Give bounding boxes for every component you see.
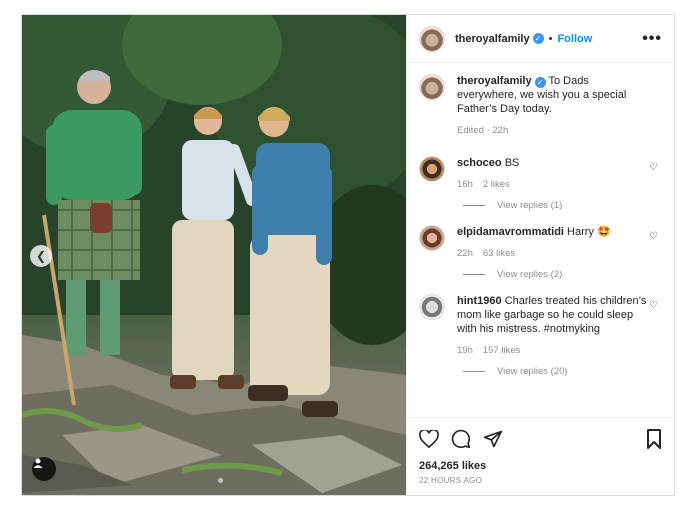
- heart-icon[interactable]: ♡: [649, 300, 658, 311]
- comment-username[interactable]: schoceo: [457, 157, 502, 169]
- heart-icon[interactable]: ♡: [649, 162, 658, 173]
- heart-icon[interactable]: [419, 430, 439, 448]
- post-photo[interactable]: ❮: [22, 15, 406, 495]
- comment-text: Harry 🤩: [567, 226, 611, 238]
- post-container: ❮ theroyalfamily ✓ • Follow ••• theroyal…: [21, 14, 675, 496]
- header-separator: •: [548, 32, 553, 45]
- author-avatar[interactable]: [419, 25, 445, 52]
- comment-likes[interactable]: 157 likes: [483, 345, 521, 356]
- previous-photo-button[interactable]: ❮: [30, 245, 52, 267]
- post-actions: 264,265 likes 22 HOURS AGO: [407, 417, 674, 485]
- carousel-dot: [218, 478, 223, 483]
- likes-count[interactable]: 264,265 likes: [419, 460, 662, 472]
- comment-age: 22h: [457, 248, 473, 259]
- heart-icon[interactable]: ♡: [649, 231, 658, 242]
- comment-likes[interactable]: 2 likes: [483, 179, 510, 190]
- tagged-users-button[interactable]: [32, 457, 56, 481]
- verified-badge-icon: ✓: [534, 77, 546, 88]
- photo-illustration: [22, 15, 406, 495]
- chevron-left-icon: ❮: [35, 249, 47, 263]
- commenter-avatar[interactable]: [419, 156, 445, 182]
- comment-age: 19h: [457, 345, 473, 356]
- commenter-avatar[interactable]: [419, 294, 445, 320]
- share-icon[interactable]: [483, 429, 503, 449]
- caption-avatar[interactable]: [419, 74, 445, 100]
- follow-button[interactable]: Follow: [557, 33, 592, 45]
- caption: theroyalfamily ✓ To Dads everywhere, we w…: [419, 74, 662, 138]
- caption-username[interactable]: theroyalfamily: [457, 75, 532, 87]
- author-username[interactable]: theroyalfamily: [455, 33, 530, 45]
- post-timestamp: 22 HOURS AGO: [419, 476, 483, 485]
- comment-text: BS: [504, 157, 520, 169]
- more-options-icon[interactable]: •••: [642, 30, 662, 48]
- caption-meta: Edited · 22h: [457, 125, 509, 136]
- comment-username[interactable]: elpidamavrommatidi: [457, 226, 564, 238]
- comment-likes[interactable]: 63 likes: [483, 248, 515, 259]
- comment-username[interactable]: hint1960: [457, 295, 502, 307]
- comment-item: schoceo BS 16h 2 likes ♡: [419, 156, 662, 192]
- comment-icon[interactable]: [451, 429, 471, 449]
- comment-item: hint1960 Charles treated his children’s …: [419, 294, 662, 358]
- view-replies-button[interactable]: View replies (20): [463, 366, 662, 377]
- post-header: theroyalfamily ✓ • Follow •••: [407, 15, 674, 63]
- view-replies-button[interactable]: View replies (2): [463, 269, 662, 280]
- user-tag-icon: [33, 458, 43, 468]
- bookmark-icon[interactable]: [646, 429, 662, 449]
- post-side-panel: theroyalfamily ✓ • Follow ••• theroyalfa…: [406, 15, 674, 495]
- commenter-avatar[interactable]: [419, 225, 445, 251]
- view-replies-button[interactable]: View replies (1): [463, 200, 662, 211]
- comment-item: elpidamavrommatidi Harry 🤩 22h 63 likes ♡: [419, 225, 662, 261]
- comments-list[interactable]: theroyalfamily ✓ To Dads everywhere, we w…: [407, 64, 674, 417]
- verified-badge-icon: ✓: [532, 33, 544, 44]
- comment-age: 16h: [457, 179, 473, 190]
